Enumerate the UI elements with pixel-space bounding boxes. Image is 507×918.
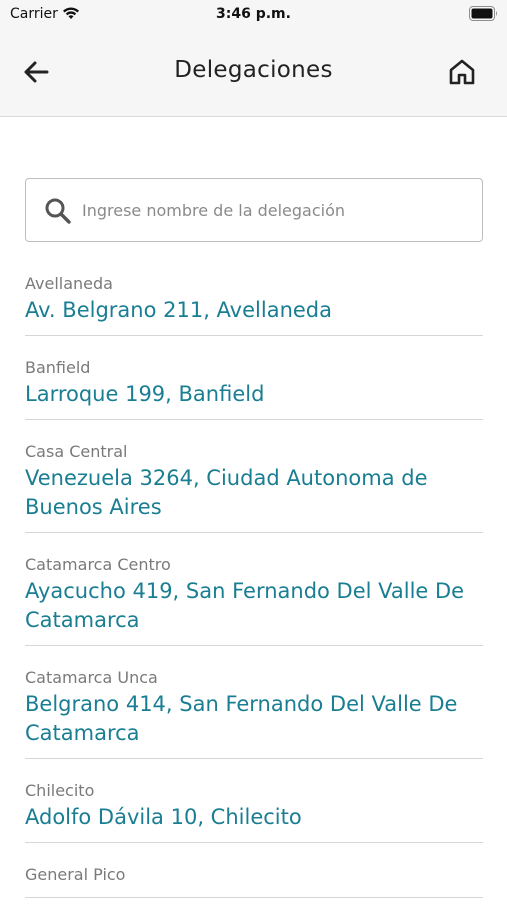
delegacion-address: Adolfo Dávila 10, Chilecito [25,805,302,829]
list-item[interactable]: Catamarca Unca Belgrano 414, San Fernand… [25,666,483,759]
delegacion-name: Banfield [25,358,91,377]
delegacion-address: Ayacucho 419, San Fernando Del Valle De … [25,579,465,632]
delegacion-name: Avellaneda [25,274,113,293]
navigation-bar: Delegaciones [0,30,507,117]
list-item[interactable]: Chilecito Adolfo Dávila 10, Chilecito [25,779,483,843]
search-icon [45,198,71,224]
delegacion-address: Venezuela 3264, Ciudad Autonoma de Bueno… [25,466,428,519]
search-box[interactable] [25,178,483,242]
list-item[interactable]: Casa Central Venezuela 3264, Ciudad Auto… [25,440,483,533]
delegacion-name: General Pico [25,865,126,884]
delegacion-name: Chilecito [25,781,95,800]
delegacion-name: Catamarca Unca [25,668,158,687]
page-title: Delegaciones [174,57,333,83]
battery-icon [469,6,499,25]
home-icon [449,59,475,85]
list-item[interactable]: Banfield Larroque 199, Banfield [25,356,483,420]
list-item[interactable]: General Pico [25,863,483,898]
clock-label: 3:46 p.m. [216,6,291,22]
status-bar: Carrier 3:46 p.m. [0,0,507,30]
list-item[interactable]: Avellaneda Av. Belgrano 211, Avellaneda [25,272,483,336]
main-content: Avellaneda Av. Belgrano 211, Avellaneda … [0,117,507,900]
delegacion-address: Belgrano 414, San Fernando Del Valle De … [25,692,458,745]
delegacion-address: Larroque 199, Banfield [25,382,265,406]
delegacion-name: Catamarca Centro [25,555,171,574]
delegaciones-list: Avellaneda Av. Belgrano 211, Avellaneda … [25,272,483,918]
delegacion-name: Casa Central [25,442,128,461]
search-input[interactable] [82,189,472,231]
home-button[interactable] [445,55,479,89]
delegacion-address: Av. Belgrano 211, Avellaneda [25,298,332,322]
list-item[interactable]: Catamarca Centro Ayacucho 419, San Ferna… [25,553,483,646]
